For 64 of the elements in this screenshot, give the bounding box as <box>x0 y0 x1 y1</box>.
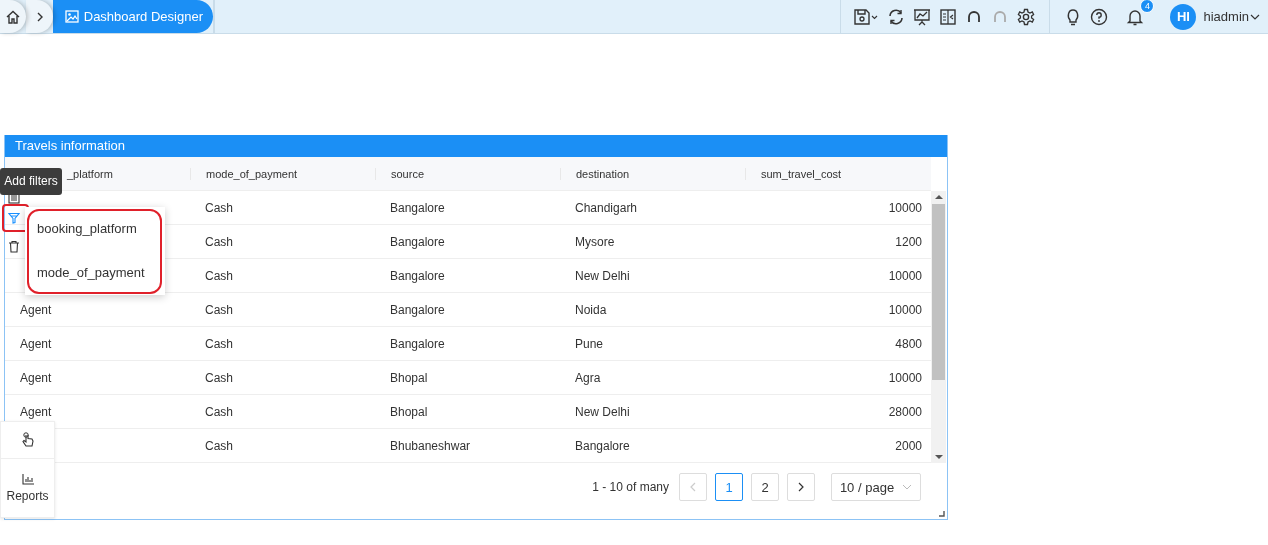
page-summary: 1 - 10 of many <box>592 480 669 494</box>
notification-count: 4 <box>1140 0 1155 13</box>
home-icon[interactable] <box>5 8 22 25</box>
table-cell-text: 10000 <box>887 302 923 317</box>
table-cell-text: Cash <box>204 268 234 283</box>
page-size-select[interactable]: 10 / page <box>831 473 921 501</box>
table-cell-text: 28000 <box>887 404 923 419</box>
table-cell-text: Chandigarh <box>574 200 639 215</box>
filter-icon[interactable] <box>8 212 20 224</box>
table-cell-text: 10000 <box>887 268 923 283</box>
table-cell-text: 1200 <box>894 234 923 249</box>
page-button[interactable]: 2 <box>751 473 779 501</box>
table-cell-text: Noida <box>574 302 608 317</box>
table-cell-text: Bangalore <box>389 302 446 317</box>
resize-handle-icon[interactable] <box>939 511 945 517</box>
table-cell-text: Agent <box>19 370 53 385</box>
table-cell-text: 10000 <box>887 370 923 385</box>
table-cell-text: Pune <box>574 336 605 351</box>
chevron-right-icon <box>797 482 805 492</box>
table-cell-text: Cash <box>204 438 234 453</box>
table-cell-text: Bangalore <box>389 336 446 351</box>
table-cell-text: New Delhi <box>574 404 631 419</box>
table-cell-text: Agra <box>574 370 602 385</box>
tooltip: Add filters <box>0 168 62 195</box>
column-header[interactable]: sum_travel_cost <box>745 167 930 180</box>
table-cell-text: Agent <box>19 404 53 419</box>
menu-item[interactable]: booking_platform <box>25 207 165 251</box>
column-header[interactable]: destination <box>560 167 745 180</box>
table-cell-text: Bangalore <box>574 438 631 453</box>
bar-chart-icon <box>21 473 34 485</box>
table-cell-text: Cash <box>204 336 234 351</box>
column-header[interactable]: mode_of_payment <box>190 167 375 180</box>
column-header[interactable]: source <box>375 167 560 180</box>
table-cell-text: New Delhi <box>574 268 631 283</box>
panel-title: Travels information <box>5 135 947 157</box>
table-cell-text: Bangalore <box>389 268 446 283</box>
list-icon[interactable] <box>8 192 20 204</box>
reports-button[interactable]: Reports <box>1 459 54 517</box>
table-cell-text: Bangalore <box>389 234 446 249</box>
table-cell-text: Bhopal <box>389 370 429 385</box>
table-cell-text: Agent <box>19 302 53 317</box>
table-cell-text: Mysore <box>574 234 616 249</box>
chevron-left-icon <box>689 482 697 492</box>
table-cell-text: Cash <box>204 404 234 419</box>
delete-icon[interactable] <box>8 240 20 253</box>
table-cell-text: Cash <box>204 370 234 385</box>
table-cell-text: Bhubaneshwar <box>389 438 472 453</box>
table-cell-text: Bhopal <box>389 404 429 419</box>
table-cell-text: Cash <box>204 302 234 317</box>
table-cell-text: Cash <box>204 234 234 249</box>
caret-icon <box>902 483 913 491</box>
table-cell-text: 4800 <box>894 336 923 351</box>
user-menu[interactable]: hiadmin <box>1203 9 1260 24</box>
scroll-down-icon[interactable] <box>934 454 943 460</box>
scrollbar[interactable] <box>931 191 946 463</box>
menu-item[interactable]: mode_of_payment <box>25 251 165 295</box>
scroll-up-icon[interactable] <box>934 194 943 200</box>
table-cell-text: Cash <box>204 200 234 215</box>
image-icon <box>64 10 79 23</box>
table-cell-text: Bangalore <box>389 200 446 215</box>
caret-icon <box>1250 12 1260 21</box>
table-cell-text: 2000 <box>894 438 923 453</box>
table-cell-text: Agent <box>19 336 53 351</box>
table-cell-text: 10000 <box>887 200 923 215</box>
